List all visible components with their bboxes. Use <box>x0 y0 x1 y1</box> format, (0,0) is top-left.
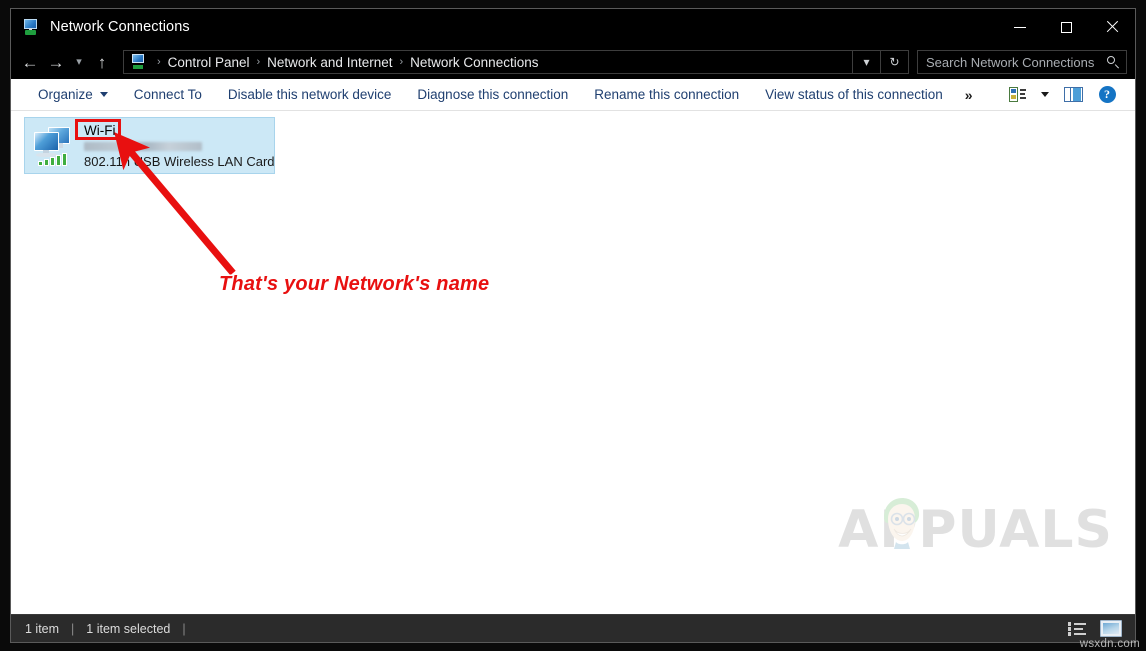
window-title: Network Connections <box>50 19 190 35</box>
status-separator: | <box>59 622 86 636</box>
breadcrumb-separator: › <box>392 56 410 68</box>
back-button[interactable]: ← <box>17 49 43 75</box>
change-view-dropdown-button[interactable] <box>1035 81 1055 109</box>
refresh-button[interactable]: ↻ <box>881 50 909 74</box>
appuals-mascot-icon <box>876 495 926 549</box>
minimize-icon <box>1014 27 1026 28</box>
refresh-icon: ↻ <box>889 55 899 69</box>
forward-arrow-icon: → <box>48 54 65 71</box>
details-view-button[interactable] <box>1063 618 1091 640</box>
breadcrumb-root-icon <box>131 54 147 70</box>
item-count-label: 1 item <box>25 622 59 636</box>
details-view-icon <box>1068 622 1087 635</box>
network-adapter-text: Wi-Fi 802.11n USB Wireless LAN Card <box>81 122 274 169</box>
rename-connection-button[interactable]: Rename this connection <box>581 82 752 107</box>
view-status-button[interactable]: View status of this connection <box>752 82 956 107</box>
breadcrumb-separator: › <box>150 56 168 68</box>
connect-to-button[interactable]: Connect To <box>121 82 215 107</box>
diagnose-connection-label: Diagnose this connection <box>417 87 568 102</box>
selection-count-label: 1 item selected <box>86 622 170 636</box>
toolbar-overflow-button[interactable]: » <box>956 84 981 106</box>
network-adapter-description: 802.11n USB Wireless LAN Card <box>81 154 274 169</box>
status-bar: 1 item | 1 item selected | <box>11 614 1135 642</box>
window-controls <box>997 9 1135 45</box>
chevron-down-icon: ▾ <box>76 57 82 68</box>
rename-connection-label: Rename this connection <box>594 87 739 102</box>
search-icon <box>1102 51 1126 73</box>
close-icon <box>1105 20 1119 34</box>
up-arrow-icon: ↑ <box>98 54 107 71</box>
network-connections-icon <box>22 18 40 36</box>
view-options-icon <box>1009 87 1026 102</box>
breadcrumb[interactable]: › Control Panel › Network and Internet ›… <box>123 50 853 74</box>
view-options-dropdown-icon <box>1041 92 1049 97</box>
help-icon: ? <box>1099 86 1116 103</box>
up-button[interactable]: ↑ <box>89 49 115 75</box>
organize-label: Organize <box>38 87 93 102</box>
wifi-signal-bars-icon <box>38 153 67 166</box>
organize-button[interactable]: Organize <box>25 82 121 107</box>
minimize-button[interactable] <box>997 9 1043 45</box>
large-icons-view-icon <box>1100 620 1122 637</box>
network-adapter-name: Wi-Fi <box>81 122 118 139</box>
network-adapter-item[interactable]: Wi-Fi 802.11n USB Wireless LAN Card <box>24 117 275 174</box>
address-dropdown-button[interactable]: ▾ <box>853 50 881 74</box>
desktop-background: Network Connections ← → <box>0 0 1146 651</box>
disable-network-device-button[interactable]: Disable this network device <box>215 82 405 107</box>
network-adapter-icon <box>31 125 77 167</box>
breadcrumb-item-network-connections[interactable]: Network Connections <box>410 55 538 70</box>
help-button[interactable]: ? <box>1091 81 1123 109</box>
back-arrow-icon: ← <box>22 54 39 71</box>
annotation-text: That's your Network's name <box>219 273 489 296</box>
search-input[interactable]: Search Network Connections <box>918 55 1102 70</box>
large-icons-view-button[interactable] <box>1097 618 1125 640</box>
command-toolbar: Organize Connect To Disable this network… <box>11 79 1135 111</box>
close-button[interactable] <box>1089 9 1135 45</box>
chevron-down-icon <box>100 92 108 97</box>
breadcrumb-item-network-and-internet[interactable]: Network and Internet <box>267 55 392 70</box>
preview-pane-button[interactable] <box>1057 81 1089 109</box>
diagnose-connection-button[interactable]: Diagnose this connection <box>404 82 581 107</box>
status-separator: | <box>170 622 197 636</box>
disable-network-device-label: Disable this network device <box>228 87 392 102</box>
title-bar: Network Connections <box>11 9 1135 45</box>
address-bar: ← → ▾ ↑ › Control Panel › Network and In… <box>11 45 1135 79</box>
source-watermark-url: wsxdn.com <box>1080 638 1140 650</box>
search-box[interactable]: Search Network Connections <box>917 50 1127 74</box>
maximize-icon <box>1061 22 1072 33</box>
change-view-button[interactable] <box>1001 81 1033 109</box>
network-ssid-redacted <box>84 142 202 151</box>
breadcrumb-item-control-panel[interactable]: Control Panel <box>168 55 250 70</box>
chevron-down-icon: ▾ <box>863 55 869 69</box>
content-area[interactable]: Wi-Fi 802.11n USB Wireless LAN Card APPU… <box>11 111 1135 614</box>
maximize-button[interactable] <box>1043 9 1089 45</box>
recent-locations-button[interactable]: ▾ <box>69 49 89 75</box>
status-view-buttons <box>1063 618 1125 640</box>
toolbar-right-group: ? <box>1001 81 1135 109</box>
appuals-watermark-logo: APPUALS <box>838 504 1113 556</box>
view-status-label: View status of this connection <box>765 87 943 102</box>
forward-button[interactable]: → <box>43 49 69 75</box>
preview-pane-icon <box>1064 87 1083 102</box>
connect-to-label: Connect To <box>134 87 202 102</box>
explorer-window: Network Connections ← → <box>10 8 1136 643</box>
breadcrumb-separator: › <box>249 56 267 68</box>
